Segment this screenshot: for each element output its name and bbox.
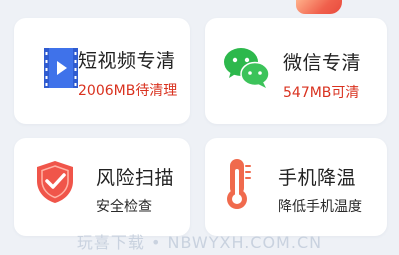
card-title: 风险扫描 [96,167,175,189]
wechat-clean-card[interactable]: 微信专清 547MB可清 [205,18,387,124]
thermometer-icon [227,159,251,209]
watermark-text: 玩喜下载 • NBWYXH.COM.CN [76,233,323,252]
video-play-icon [44,48,78,88]
card-subtitle: 降低手机温度 [278,199,362,215]
phone-cooling-card[interactable]: 手机降温 降低手机温度 [205,138,387,236]
decorative-ribbon [296,0,342,14]
card-title: 短视频专清 [78,50,176,72]
card-subtitle: 2006MB待清理 [78,83,178,99]
shield-check-icon [37,161,73,203]
wechat-icon [224,48,270,88]
risk-scan-card[interactable]: 风险扫描 安全检查 [14,138,190,236]
short-video-clean-card[interactable]: 短视频专清 2006MB待清理 [14,18,190,124]
card-title: 手机降温 [278,167,357,189]
card-title: 微信专清 [283,52,362,74]
card-subtitle: 547MB可清 [283,85,360,101]
card-subtitle: 安全检查 [96,199,152,215]
